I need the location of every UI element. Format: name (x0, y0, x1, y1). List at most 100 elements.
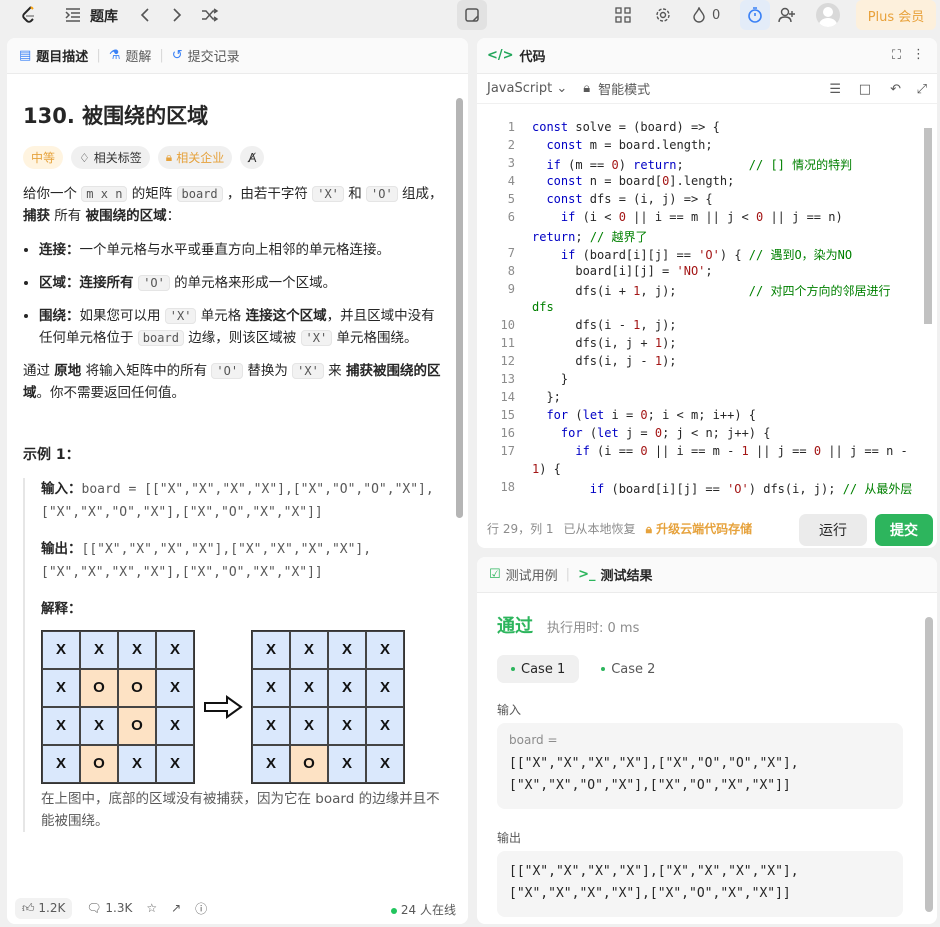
result-summary: 通过 执行用时: 0 ms (497, 612, 639, 638)
grid-cell: O (118, 707, 156, 745)
format-icon[interactable]: ☰ (829, 82, 841, 97)
line-number: 2 (507, 138, 515, 152)
bookmark-icon[interactable]: □ (859, 82, 871, 97)
timer-button[interactable] (740, 0, 770, 30)
line-number: 16 (500, 426, 515, 440)
flask-icon: ⚗ (108, 48, 121, 63)
line-number: 9 (507, 282, 515, 296)
case-1-tab[interactable]: Case 1 (497, 655, 580, 683)
output-box: [["X","X","X","X"],["X","X","X","X"],["X… (497, 851, 903, 917)
description-tabs: ▤ 题目描述 | ⚗ 题解 | ↺ 提交记录 (7, 38, 468, 74)
description-footer: 👍︎ 1.2K 🗨︎ 1.3K ☆ ↗ ⓘ 24 人在线 (7, 892, 468, 924)
difficulty-badge[interactable]: 中等 (23, 146, 64, 169)
code-line[interactable]: const m = board.length; (532, 138, 712, 152)
code-line[interactable]: if (board[i][j] == 'O') dfs(i, j); // 从最… (532, 480, 913, 497)
input-value: [["X","X","X","X"],["X","O","O","X"],["X… (509, 756, 799, 793)
code-line[interactable]: } (532, 372, 568, 386)
star-icon[interactable]: ☆ (146, 901, 157, 915)
language-select[interactable]: JavaScript ⌄ (487, 81, 567, 96)
grid-cell: X (290, 631, 328, 669)
code-line[interactable]: 1) { (532, 462, 561, 476)
smart-mode-toggle[interactable]: 智能模式 (598, 79, 650, 98)
chevron-right-icon[interactable] (168, 5, 186, 25)
tab-test-result[interactable]: >_ 测试结果 (578, 565, 652, 584)
code-line[interactable]: if (i < 0 || i == m || j < 0 || j == n) (532, 210, 843, 224)
code-line[interactable]: const dfs = (i, j) => { (532, 192, 712, 206)
code-line[interactable]: if (m == 0) return; // [] 情况的特判 (532, 156, 852, 173)
submit-button[interactable]: 提交 (875, 514, 933, 546)
font-size-button[interactable]: A̸ (240, 146, 265, 169)
code-line[interactable]: if (i == 0 || i == m - 1 || j == 0 || j … (532, 444, 907, 458)
layout-icon[interactable] (614, 5, 632, 25)
code-line[interactable]: return; // 越界了 (532, 228, 648, 245)
description-scrollbar[interactable] (456, 98, 463, 518)
line-number: 4 (507, 174, 515, 188)
font-icon: A̸ (248, 150, 257, 165)
tag-icon: ♢ (79, 150, 90, 165)
code-line[interactable]: for (let j = 0; j < n; j++) { (532, 426, 771, 440)
add-user-icon[interactable] (777, 5, 797, 25)
code-line[interactable]: if (board[i][j] == 'O') { // 遇到O，染为NO (532, 246, 852, 263)
grid-cell: X (118, 631, 156, 669)
code-line[interactable]: board[i][j] = 'NO'; (532, 264, 712, 278)
like-button[interactable]: 👍︎ 1.2K (15, 897, 73, 919)
streak-counter[interactable]: 0 (692, 5, 732, 25)
terminal-icon: >_ (578, 567, 596, 582)
comments-button[interactable]: 🗨︎ 1.3K (86, 901, 132, 915)
chevron-left-icon[interactable] (136, 5, 154, 25)
fullscreen-icon[interactable]: ⛶ (892, 48, 901, 63)
grid-cell: X (80, 707, 118, 745)
gear-icon[interactable] (654, 5, 672, 25)
online-count: 24 人在线 (390, 901, 456, 918)
code-line[interactable]: dfs(i, j - 1); (532, 354, 676, 368)
plus-member-button[interactable]: Plus 会员 (856, 0, 936, 30)
example-title: 示例 1： (23, 447, 80, 463)
help-icon[interactable]: ⓘ (195, 900, 207, 917)
line-number: 1 (507, 120, 515, 134)
tab-solutions[interactable]: ⚗ 题解 (109, 46, 152, 65)
shuffle-icon[interactable] (200, 5, 220, 25)
code-line[interactable]: dfs(i, j + 1); (532, 336, 676, 350)
share-icon[interactable]: ↗ (171, 901, 181, 915)
editor-header: </> 代码 ⛶ ⋮ (477, 38, 937, 74)
grid-cell: O (118, 669, 156, 707)
problem-description: 130. 被围绕的区域 中等 ♢ 相关标签 🔒︎ 相关企业 A̸ 给你一个 m … (23, 88, 443, 832)
result-status: 通过 (497, 616, 533, 637)
tab-description[interactable]: ▤ 题目描述 (19, 46, 88, 65)
input-box: board = [["X","X","X","X"],["X","O","O",… (497, 723, 903, 809)
code-line[interactable]: dfs (532, 300, 554, 314)
case-2-tab[interactable]: Case 2 (587, 655, 669, 683)
code-area[interactable]: 1 const solve = (board) => { 2 const m = b… (477, 114, 924, 498)
flame-icon (693, 7, 705, 23)
cursor-position: 行 29，列 1 (487, 521, 554, 536)
more-icon[interactable]: ⋮ (912, 47, 925, 62)
line-number: 11 (500, 336, 515, 350)
code-line[interactable]: const n = board[0].length; (532, 174, 734, 188)
problem-intro: 给你一个 m x n 的矩阵 board ，由若干字符 'X' 和 'O' 组成… (23, 186, 443, 224)
tab-submissions[interactable]: ↺ 提交记录 (172, 46, 240, 65)
run-button[interactable]: 运行 (799, 514, 867, 546)
code-line[interactable]: for (let i = 0; i < m; i++) { (532, 408, 756, 422)
test-scrollbar[interactable] (925, 617, 933, 912)
problem-title[interactable]: 130. 被围绕的区域 (23, 100, 443, 130)
code-line[interactable]: }; (532, 390, 560, 404)
avatar[interactable] (816, 3, 840, 27)
list-icon[interactable] (64, 5, 82, 25)
grid-cell: X (118, 745, 156, 783)
leetcode-logo-icon[interactable] (18, 5, 40, 25)
editor-scrollbar[interactable] (924, 128, 932, 324)
expand-icon[interactable]: ⤢ (917, 82, 927, 97)
grid-before: XXXXXOOXXXOXXOXX (41, 630, 195, 784)
reset-icon[interactable]: ↶ (890, 82, 901, 97)
related-tags-button[interactable]: ♢ 相关标签 (71, 146, 150, 169)
code-line[interactable]: dfs(i - 1, j); (532, 318, 676, 332)
notes-button[interactable] (457, 0, 487, 30)
lock-icon: 🔒︎ (165, 150, 173, 164)
upgrade-storage-link[interactable]: 🔒︎ 升级云端代码存储 (646, 520, 753, 537)
tab-testcases[interactable]: ☑ 测试用例 (489, 565, 558, 584)
code-line[interactable]: dfs(i + 1, j); // 对四个方向的邻居进行 (532, 282, 890, 299)
code-line[interactable]: const solve = (board) => { (532, 120, 720, 134)
line-number: 10 (500, 318, 515, 332)
related-companies-button[interactable]: 🔒︎ 相关企业 (157, 146, 233, 169)
problem-bank-title[interactable]: 题库 (90, 6, 118, 26)
